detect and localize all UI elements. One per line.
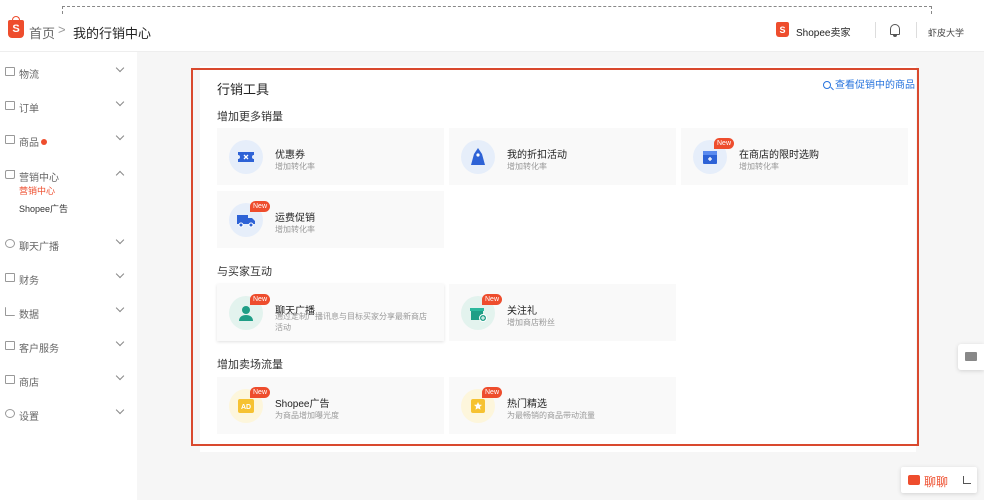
sidebar-item-label: 商品 [19,134,47,149]
chevron-down-icon [115,303,125,313]
view-promoted-products-link[interactable]: 查看促销中的商品 [823,76,915,91]
tool-card-follow-prize[interactable]: New 关注礼 增加商店粉丝 [449,284,676,341]
product-icon [5,135,15,144]
seller-label[interactable]: Shopee卖家 [796,24,850,39]
chat-icon [908,475,920,485]
chat-label: 聊聊 [924,475,949,489]
coupon-icon [229,140,263,174]
tool-card-shopee-ads[interactable]: AD New Shopee广告 为商品增加曝光度 [217,377,444,434]
service-icon [5,341,15,350]
shopee-university-link[interactable]: 虾皮大学 [928,26,964,39]
tool-card-top-picks[interactable]: New 热门精选 为最畅销的商品带动流量 [449,377,676,434]
sidebar-item-label: 客户服务 [19,344,59,355]
sidebar-item-orders[interactable]: 订单 [0,97,137,118]
new-badge: New [250,201,271,212]
mail-icon [965,352,977,361]
chevron-down-icon [115,97,125,107]
svg-text:AD: AD [241,404,251,411]
card-title: 我的折扣活动 [507,150,567,161]
chevron-down-icon [115,269,125,279]
tool-card-shipping-promo[interactable]: New 运费促销 增加转化率 [217,191,444,248]
seller-logo-icon: S [776,22,789,37]
broadcast-icon [5,239,15,248]
sidebar-item-label: 营销中心 [19,173,59,184]
chevron-down-icon [115,63,125,73]
truck-icon [5,67,15,76]
card-title: 运费促销 [275,213,315,224]
shopee-logo-icon[interactable]: S [8,16,24,38]
new-badge: New [250,387,271,398]
header-divider [916,22,917,38]
sidebar-item-settings[interactable]: 设置 [0,405,137,426]
card-description: 增加转化率 [275,225,315,234]
sidebar-subitem-marketing-center[interactable]: 营销中心 [19,184,55,197]
card-description: 增加转化率 [739,162,779,171]
chart-icon [5,307,15,316]
card-description: 为商品增加曝光度 [275,411,339,420]
section-title-store-traffic: 增加卖场流量 [217,359,283,371]
top-header: S 首页 > 我的行销中心 S Shopee卖家 虾皮大学 [0,0,984,52]
search-icon [823,81,831,89]
sidebar-item-label: 物流 [19,70,39,81]
breadcrumb-current: 我的行销中心 [73,26,152,41]
sidebar-item-finance[interactable]: 财务 [0,269,137,290]
sidebar-item-products[interactable]: 商品 [0,131,137,152]
sidebar-item-chat-broadcast[interactable]: 聊天广播 [0,235,137,256]
dashed-guide [62,6,932,14]
tool-card-chat-broadcast[interactable]: New 聊天广播 通过定制广播讯息与目标买家分享最新商店活动 [217,284,444,341]
notification-dot [41,139,47,145]
card-description: 通过定制广播讯息与目标买家分享最新商店活动 [275,312,427,332]
section-title-buyer-engagement: 与买家互动 [217,266,272,278]
chevron-down-icon [115,405,125,415]
sidebar-item-logistics[interactable]: 物流 [0,63,137,84]
header-divider [875,22,876,38]
bell-icon[interactable] [890,24,900,37]
sidebar-item-customer-service[interactable]: 客户服务 [0,337,137,358]
new-badge: New [482,294,503,305]
sidebar-subitem-shopee-ads[interactable]: Shopee广告 [19,202,68,215]
card-title: 热门精选 [507,399,547,410]
card-description: 增加商店粉丝 [507,318,555,327]
card-description: 增加转化率 [275,162,315,171]
new-badge: New [714,138,735,149]
card-title: 优惠券 [275,150,305,161]
chevron-down-icon [115,131,125,141]
sidebar-item-label: 设置 [19,412,39,423]
floating-mail-button[interactable] [958,344,984,370]
new-badge: New [250,294,271,305]
chevron-down-icon [115,371,125,381]
page-title: 行销工具 [217,82,270,97]
breadcrumb-home[interactable]: 首页 [29,23,55,42]
gear-icon [5,409,15,418]
sidebar-item-label: 聊天广播 [19,242,59,253]
card-title: 在商店的限时选购 [739,150,819,161]
card-title: Shopee广告 [275,399,330,410]
order-icon [5,101,15,110]
new-badge: New [482,387,503,398]
wallet-icon [5,273,15,282]
card-title: 关注礼 [507,306,537,317]
chevron-up-icon [115,170,125,180]
tool-card-coupon[interactable]: 优惠券 增加转化率 [217,128,444,185]
chevron-down-icon [115,337,125,347]
sidebar-item-data[interactable]: 数据 [0,303,137,324]
chat-button[interactable]: 聊聊 [901,467,977,493]
sidebar: 物流 订单 商品 营销中心 营销中心 Shopee广告 聊天广播 财务 数据 客… [0,52,137,500]
tag-icon [5,170,15,179]
shop-icon [5,375,15,384]
sidebar-item-label: 财务 [19,276,39,287]
tool-card-discount[interactable]: 我的折扣活动 增加转化率 [449,128,676,185]
section-title-more-sales: 增加更多销量 [217,111,283,123]
sidebar-item-shop[interactable]: 商店 [0,371,137,392]
tool-card-flash-sale[interactable]: New 在商店的限时选购 增加转化率 [681,128,908,185]
sidebar-item-label: 订单 [19,104,39,115]
breadcrumb-separator: > [58,22,66,37]
card-description: 为最畅销的商品带动流量 [507,411,595,420]
discount-bag-icon [461,140,495,174]
sidebar-item-label: 商店 [19,378,39,389]
card-description: 增加转化率 [507,162,547,171]
expand-icon[interactable] [963,476,971,484]
chevron-down-icon [115,235,125,245]
sidebar-item-label: 数据 [19,310,39,321]
